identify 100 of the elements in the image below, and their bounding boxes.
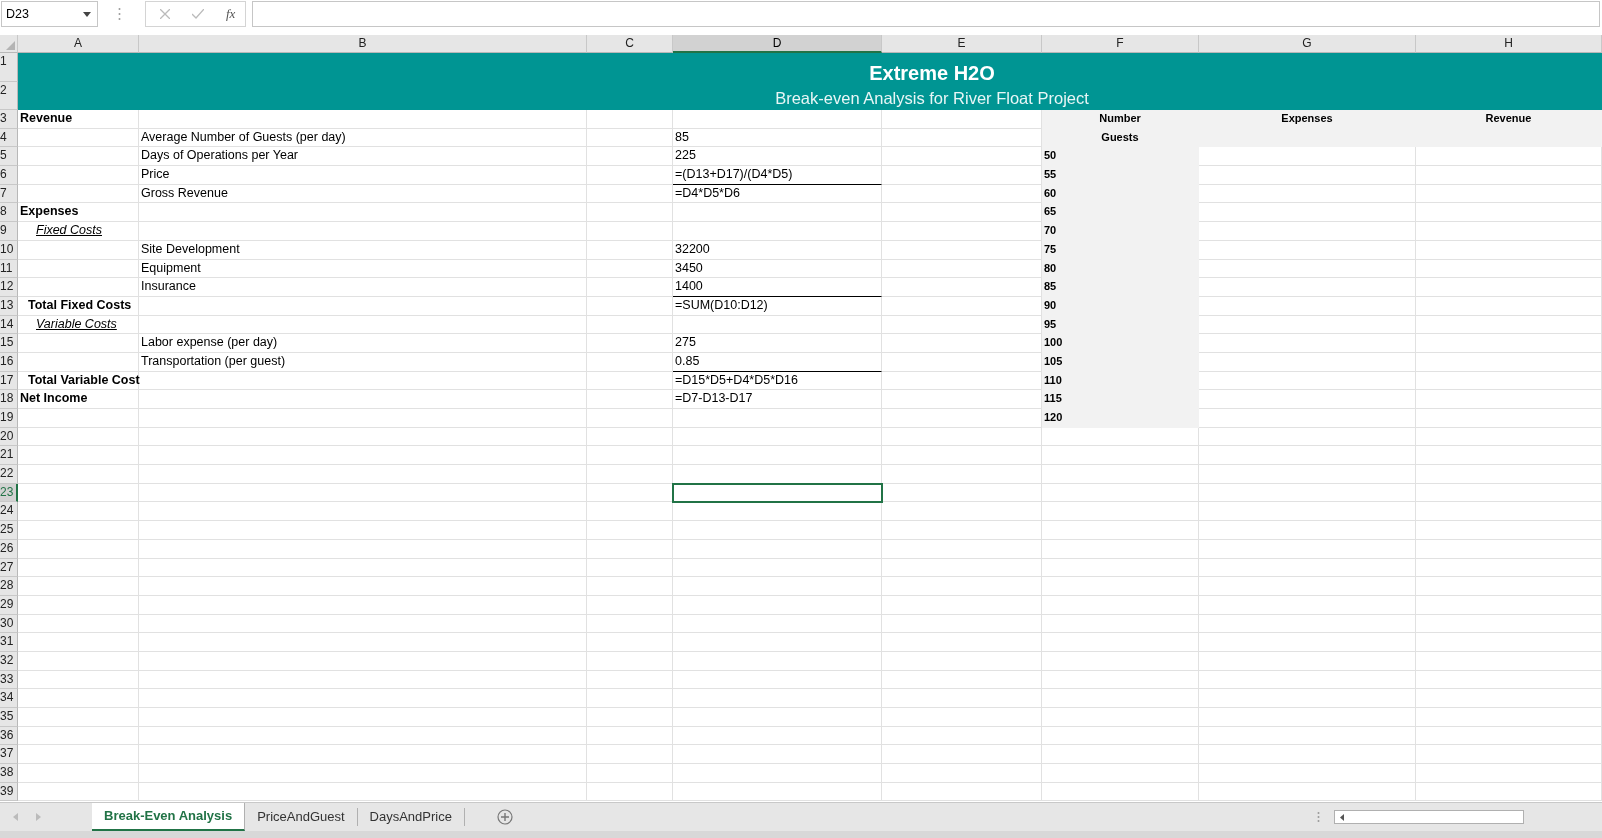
empty-cell[interactable]	[673, 203, 882, 223]
table-cell[interactable]: Expenses	[1199, 110, 1416, 129]
caret-icon[interactable]	[83, 11, 91, 17]
empty-cell[interactable]	[139, 689, 587, 708]
table-cell[interactable]: 85	[1042, 278, 1199, 297]
empty-cell[interactable]	[139, 483, 587, 503]
empty-cell[interactable]	[673, 764, 882, 783]
left-arrow-icon[interactable]	[1340, 813, 1344, 821]
empty-cell[interactable]	[1416, 446, 1602, 466]
empty-cell[interactable]	[1199, 614, 1416, 634]
empty-cell[interactable]	[1199, 558, 1416, 578]
empty-cell[interactable]	[1416, 558, 1602, 578]
empty-cell[interactable]	[1199, 595, 1416, 615]
empty-cell[interactable]	[1042, 558, 1199, 578]
empty-cell[interactable]	[1416, 278, 1602, 297]
sheet-tab[interactable]: Break-Even Analysis	[92, 803, 246, 831]
empty-cell[interactable]	[587, 577, 673, 596]
empty-cell[interactable]	[1042, 745, 1199, 765]
row-header[interactable]: 18	[0, 390, 18, 409]
name-box[interactable]: D23	[1, 1, 98, 27]
empty-cell[interactable]	[673, 614, 882, 634]
table-cell[interactable]: Equipment	[139, 259, 587, 279]
empty-cell[interactable]	[587, 203, 673, 223]
empty-cell[interactable]	[587, 670, 673, 690]
row-header[interactable]: 19	[0, 409, 18, 428]
table-cell[interactable]: Insurance	[139, 278, 587, 297]
empty-cell[interactable]	[587, 558, 673, 578]
empty-cell[interactable]	[1416, 352, 1602, 372]
empty-cell[interactable]	[587, 689, 673, 708]
empty-cell[interactable]	[587, 446, 673, 466]
empty-cell[interactable]	[139, 595, 587, 615]
empty-cell[interactable]	[1416, 166, 1602, 185]
empty-cell[interactable]	[1416, 427, 1602, 447]
empty-cell[interactable]	[882, 595, 1042, 615]
empty-cell[interactable]	[1042, 577, 1199, 596]
empty-cell[interactable]	[1199, 651, 1416, 671]
sheet-tab[interactable]: PriceAndGuest	[245, 808, 358, 826]
right-arrow-icon[interactable]	[36, 813, 42, 821]
empty-cell[interactable]	[673, 558, 882, 578]
empty-cell[interactable]	[1199, 764, 1416, 783]
empty-cell[interactable]	[587, 240, 673, 260]
empty-cell[interactable]	[673, 222, 882, 241]
empty-cell[interactable]	[673, 745, 882, 765]
empty-cell[interactable]	[1416, 614, 1602, 634]
empty-cell[interactable]	[1199, 483, 1416, 503]
empty-cell[interactable]	[882, 782, 1042, 802]
empty-cell[interactable]	[673, 726, 882, 746]
empty-cell[interactable]	[587, 726, 673, 746]
table-cell[interactable]: Transportation (per guest)	[139, 352, 587, 372]
empty-cell[interactable]	[882, 708, 1042, 727]
empty-cell[interactable]	[673, 502, 882, 522]
table-cell[interactable]: 55	[1042, 166, 1199, 185]
table-cell[interactable]: Revenue	[1416, 110, 1602, 129]
empty-cell[interactable]	[1042, 708, 1199, 727]
empty-cell[interactable]	[673, 633, 882, 652]
empty-cell[interactable]	[1042, 726, 1199, 746]
empty-cell[interactable]	[1416, 651, 1602, 671]
empty-cell[interactable]	[1416, 708, 1602, 727]
column-header[interactable]: H	[1416, 35, 1602, 53]
empty-cell[interactable]	[1042, 521, 1199, 540]
empty-cell[interactable]	[139, 409, 587, 428]
table-cell[interactable]: 3450	[673, 259, 882, 279]
empty-cell[interactable]	[139, 203, 587, 223]
empty-cell[interactable]	[673, 110, 882, 129]
table-cell[interactable]: 100	[1042, 334, 1199, 353]
empty-cell[interactable]	[139, 427, 587, 447]
empty-cell[interactable]	[139, 502, 587, 522]
empty-cell[interactable]	[587, 465, 673, 484]
empty-cell[interactable]	[139, 539, 587, 559]
empty-cell[interactable]	[882, 539, 1042, 559]
empty-cell[interactable]	[587, 128, 673, 148]
empty-cell[interactable]	[139, 315, 587, 335]
empty-cell[interactable]	[139, 446, 587, 466]
empty-cell[interactable]	[1416, 539, 1602, 559]
empty-cell[interactable]	[673, 651, 882, 671]
empty-cell[interactable]	[673, 521, 882, 540]
table-cell[interactable]: Expenses	[18, 203, 139, 223]
row-header[interactable]: 12	[0, 278, 18, 297]
empty-cell[interactable]	[587, 110, 673, 129]
empty-cell[interactable]	[139, 782, 587, 802]
table-cell[interactable]: =D15*D5+D4*D5*D16	[673, 371, 882, 391]
row-header[interactable]: 22	[0, 465, 18, 484]
empty-cell[interactable]	[882, 502, 1042, 522]
empty-cell[interactable]	[1199, 745, 1416, 765]
table-cell[interactable]: Net Income	[18, 390, 139, 409]
empty-cell[interactable]	[882, 689, 1042, 708]
table-cell[interactable]: Labor expense (per day)	[139, 334, 587, 353]
empty-cell[interactable]	[1416, 577, 1602, 596]
table-cell[interactable]: Site Development	[139, 240, 587, 260]
table-cell[interactable]: =D7-D13-D17	[673, 390, 882, 409]
empty-cell[interactable]	[587, 259, 673, 279]
empty-cell[interactable]	[1042, 446, 1199, 466]
empty-cell[interactable]	[1042, 502, 1199, 522]
empty-cell[interactable]	[882, 726, 1042, 746]
table-cell[interactable]: 120	[1042, 409, 1199, 428]
empty-cell[interactable]	[882, 745, 1042, 765]
table-cell[interactable]: Price	[139, 166, 587, 185]
table-cell[interactable]: =D4*D5*D6	[673, 184, 882, 204]
empty-cell[interactable]	[673, 577, 882, 596]
empty-cell[interactable]	[587, 595, 673, 615]
